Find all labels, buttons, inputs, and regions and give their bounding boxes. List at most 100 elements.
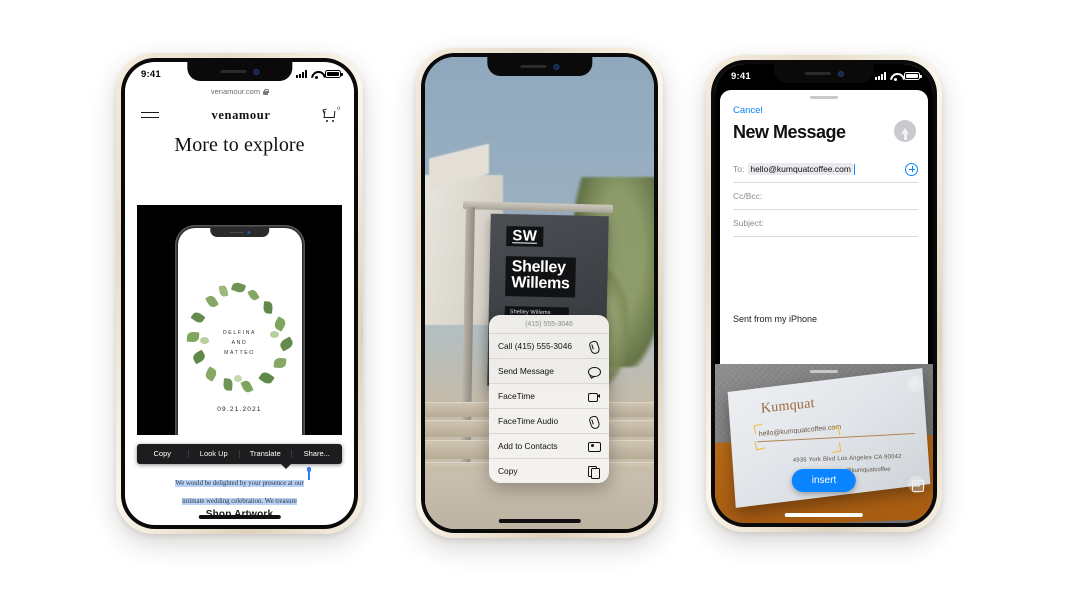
phone1-bezel: 9:41 venamour.com venamour 0 More to exp…	[121, 58, 358, 529]
cart-count-badge: 0	[337, 106, 340, 112]
card-email[interactable]: hello@kumquatcoffee.com	[759, 424, 842, 438]
context-item-add-to-contacts[interactable]: Add to Contacts	[489, 434, 609, 459]
lock-icon	[263, 88, 269, 95]
subject-field[interactable]: Subject:	[733, 210, 918, 237]
phone1-screen: 9:41 venamour.com venamour 0 More to exp…	[125, 62, 354, 525]
context-item-facetime[interactable]: FaceTime	[489, 384, 609, 409]
cart-icon[interactable]: 0	[322, 106, 340, 122]
sheet-grabber[interactable]	[810, 96, 838, 100]
phone2-bezel: SW Shelley Willems Shelley Willems Real …	[421, 53, 658, 533]
context-item-label: Copy	[498, 466, 518, 476]
to-label: To:	[733, 164, 745, 174]
phone-device-camera: SW Shelley Willems Shelley Willems Real …	[416, 48, 663, 538]
cellular-bars-icon	[296, 70, 307, 78]
scanner-grabber[interactable]	[810, 370, 838, 373]
page-title: New Message	[733, 122, 846, 142]
context-item-label: Send Message	[498, 366, 554, 376]
text-selection-menu[interactable]: Copy Look Up Translate Share...	[137, 444, 342, 464]
phone-device-safari: 9:41 venamour.com venamour 0 More to exp…	[116, 53, 363, 534]
card-address: 4936 York Blvd Los Angeles CA 90042	[792, 454, 902, 464]
to-field[interactable]: To: hello@kumquatcoffee.com	[733, 156, 918, 183]
cellular-bars-icon	[875, 72, 886, 80]
live-text-context-menu[interactable]: (415) 555-3046 Call (415) 555-3046 Send …	[489, 315, 609, 483]
safari-address-bar[interactable]: venamour.com	[125, 83, 354, 100]
notch	[186, 62, 293, 81]
cc-bcc-field[interactable]: Cc/Bcc:	[733, 183, 918, 210]
contact-card-icon	[588, 441, 601, 452]
text-caret	[853, 163, 855, 175]
context-item-call[interactable]: Call (415) 555-3046	[489, 334, 609, 359]
context-item-send-message[interactable]: Send Message	[489, 359, 609, 384]
menu-item-translate[interactable]: Translate	[240, 450, 292, 458]
front-camera-icon	[552, 63, 559, 70]
plus-circle-icon[interactable]	[905, 162, 918, 176]
context-item-label: FaceTime Audio	[498, 416, 559, 426]
speaker-grille-icon	[804, 71, 831, 76]
subject-label: Subject:	[733, 218, 764, 228]
context-menu-title: (415) 555-3046	[489, 315, 609, 334]
menu-item-copy[interactable]: Copy	[137, 450, 189, 458]
screenshot-canvas: 9:41 venamour.com venamour 0 More to exp…	[0, 0, 1080, 595]
site-header: venamour 0	[125, 100, 354, 130]
status-time: 9:41	[141, 68, 161, 80]
notch	[486, 57, 593, 76]
live-text-scanner[interactable]: Kumquat hello@kumquatcoffee.com 4936 Yor…	[715, 364, 933, 523]
selection-menu-pointer	[280, 463, 292, 469]
scan-bracket-bottom-right	[830, 442, 842, 454]
context-item-label: Add to Contacts	[498, 441, 558, 451]
mockup-screen: DELFINA AND MATTEO	[177, 228, 302, 435]
selection-handle-start[interactable]	[306, 467, 311, 480]
home-indicator[interactable]	[784, 513, 864, 517]
wifi-icon	[311, 70, 322, 79]
status-icons	[296, 70, 343, 79]
scan-bracket-bottom-left	[754, 439, 766, 451]
speaker-grille-icon	[219, 69, 246, 74]
phone2-screen: SW Shelley Willems Shelley Willems Real …	[425, 57, 654, 529]
selected-text: We would be delighted by your presence a…	[175, 480, 304, 505]
menu-item-share[interactable]: Share...	[292, 450, 343, 458]
cancel-button[interactable]: Cancel	[733, 105, 763, 116]
front-camera-icon	[252, 68, 259, 75]
battery-icon	[325, 70, 343, 78]
menu-item-look-up[interactable]: Look Up	[189, 450, 240, 458]
video-camera-icon	[588, 391, 600, 402]
context-item-copy[interactable]: Copy	[489, 459, 609, 483]
mockup-notch	[209, 228, 270, 237]
context-item-label: Call (415) 555-3046	[498, 341, 573, 351]
home-indicator[interactable]	[498, 519, 581, 523]
phone3-bezel: 9:41 Cancel New Message To: hello@kumqua…	[711, 60, 937, 527]
scan-bracket-top-right	[829, 426, 841, 438]
status-icons	[875, 72, 922, 81]
insert-button[interactable]: insert	[791, 469, 857, 492]
status-time: 9:41	[731, 70, 751, 82]
brand-logo[interactable]: venamour	[212, 108, 271, 123]
phone3-screen: 9:41 Cancel New Message To: hello@kumqua…	[715, 64, 933, 523]
close-circle-icon[interactable]	[907, 376, 923, 392]
selected-text-block[interactable]: We would be delighted by your presence a…	[125, 472, 354, 508]
hamburger-menu-icon[interactable]	[141, 112, 159, 118]
send-button[interactable]	[894, 120, 916, 142]
sign-initials: SW	[506, 226, 544, 247]
context-item-facetime-audio[interactable]: FaceTime Audio	[489, 409, 609, 434]
text-scan-icon[interactable]	[908, 476, 925, 493]
inner-phone-mockup: DELFINA AND MATTEO	[174, 225, 305, 435]
phone-icon	[588, 341, 600, 352]
name-line-1: DELFINA	[222, 330, 257, 337]
sign-name-line2: Willems	[511, 274, 570, 293]
battery-icon	[904, 72, 922, 80]
to-value: hello@kumquatcoffee.com	[748, 163, 853, 175]
name-line-2: AND	[231, 340, 248, 347]
card-brand: Kumquat	[760, 395, 816, 417]
wifi-icon	[890, 72, 901, 81]
cc-bcc-label: Cc/Bcc:	[733, 191, 763, 201]
artwork-photo[interactable]: DELFINA AND MATTEO 09.21.2021	[137, 205, 342, 435]
mail-body-signature[interactable]: Sent from my iPhone	[733, 314, 817, 324]
home-indicator[interactable]	[198, 515, 281, 519]
compose-sheet: Cancel New Message To: hello@kumquatcoff…	[720, 90, 928, 375]
couple-names: DELFINA AND MATTEO	[223, 329, 256, 359]
speaker-grille-icon	[519, 64, 546, 69]
wedding-date: 09.21.2021	[217, 406, 262, 413]
url-text: venamour.com	[210, 87, 261, 96]
context-item-label: FaceTime	[498, 391, 535, 401]
copy-icon	[588, 465, 600, 479]
